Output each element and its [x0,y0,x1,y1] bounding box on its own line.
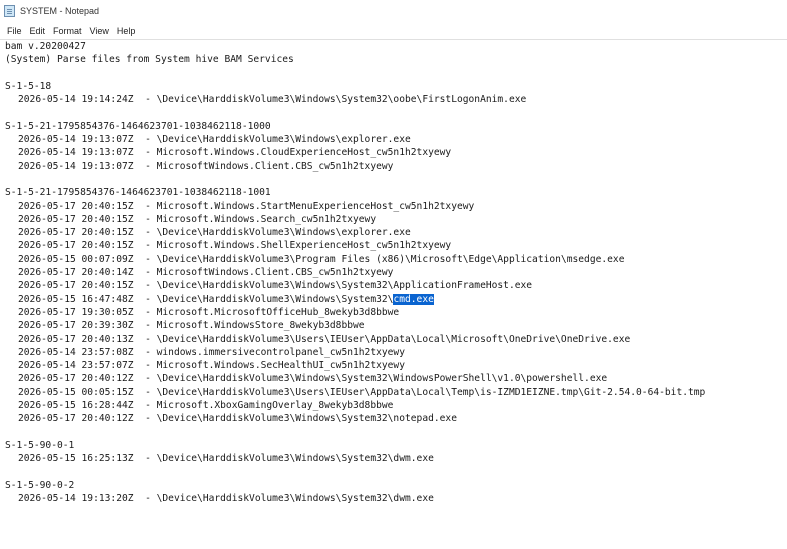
sid-line: S-1-5-21-1795854376-1464623701-103846211… [5,120,271,132]
menu-bar: File Edit Format View Help [0,22,787,39]
notepad-icon [4,5,15,17]
header-line: (System) Parse files from System hive BA… [5,54,294,66]
entry-line: 2026-05-15 00:05:15Z - \Device\HarddiskV… [18,386,706,398]
window-title: SYSTEM - Notepad [20,6,100,16]
entry-line: 2026-05-17 20:39:30Z - Microsoft.Windows… [18,320,365,332]
sid-line: S-1-5-18 [5,80,52,92]
entry-line: 2026-05-17 20:40:15Z - Microsoft.Windows… [18,213,377,225]
entry-line: 2026-05-15 00:07:09Z - \Device\HarddiskV… [18,253,625,265]
entry-line: 2026-05-17 20:40:15Z - \Device\HarddiskV… [18,227,411,239]
entry-line: 2026-05-17 20:40:15Z - \Device\HarddiskV… [18,280,533,292]
menu-edit[interactable]: Edit [26,26,50,36]
entry-line: 2026-05-15 16:28:44Z - Microsoft.XboxGam… [18,400,394,412]
menu-format[interactable]: Format [49,26,86,36]
sid-line: S-1-5-90-0-1 [5,439,75,451]
text-selection[interactable]: cmd.exe [393,293,434,305]
entry-line: 2026-05-17 20:40:12Z - \Device\HarddiskV… [18,413,457,425]
entry-line: 2026-05-17 19:30:05Z - Microsoft.Microso… [18,306,400,318]
entry-line: 2026-05-14 19:13:07Z - MicrosoftWindows.… [18,160,394,172]
entry-line: 2026-05-14 23:57:08Z - windows.immersive… [18,346,405,358]
entry-prefix: 2026-05-15 16:47:48Z - \Device\HarddiskV… [18,293,394,305]
entry-line: 2026-05-14 19:13:07Z - Microsoft.Windows… [18,147,452,159]
entry-line: 2026-05-15 16:25:13Z - \Device\HarddiskV… [18,453,434,465]
menu-help[interactable]: Help [113,26,140,36]
sid-line: S-1-5-90-0-2 [5,479,75,491]
menu-file[interactable]: File [3,26,26,36]
title-bar: SYSTEM - Notepad [0,0,787,22]
entry-line: 2026-05-17 20:40:15Z - Microsoft.Windows… [18,240,452,252]
entry-line: 2026-05-14 19:13:07Z - \Device\HarddiskV… [18,134,411,146]
entry-line: 2026-05-17 20:40:13Z - \Device\HarddiskV… [18,333,631,345]
sid-line: S-1-5-21-1795854376-1464623701-103846211… [5,187,271,199]
header-line: bam v.20200427 [5,41,86,52]
entry-line: 2026-05-17 20:40:12Z - \Device\HarddiskV… [18,373,608,385]
text-editor-area[interactable]: bam v.20200427 (System) Parse files from … [0,39,787,549]
entry-line-selected: 2026-05-15 16:47:48Z - \Device\HarddiskV… [5,293,787,306]
entry-line: 2026-05-14 23:57:07Z - Microsoft.Windows… [18,360,405,372]
entry-line: 2026-05-17 20:40:14Z - MicrosoftWindows.… [18,267,394,279]
entry-line: 2026-05-14 19:14:24Z - \Device\HarddiskV… [18,94,527,106]
menu-view[interactable]: View [86,26,113,36]
entry-line: 2026-05-14 19:13:20Z - \Device\HarddiskV… [18,493,434,505]
entry-line: 2026-05-17 20:40:15Z - Microsoft.Windows… [18,200,475,212]
